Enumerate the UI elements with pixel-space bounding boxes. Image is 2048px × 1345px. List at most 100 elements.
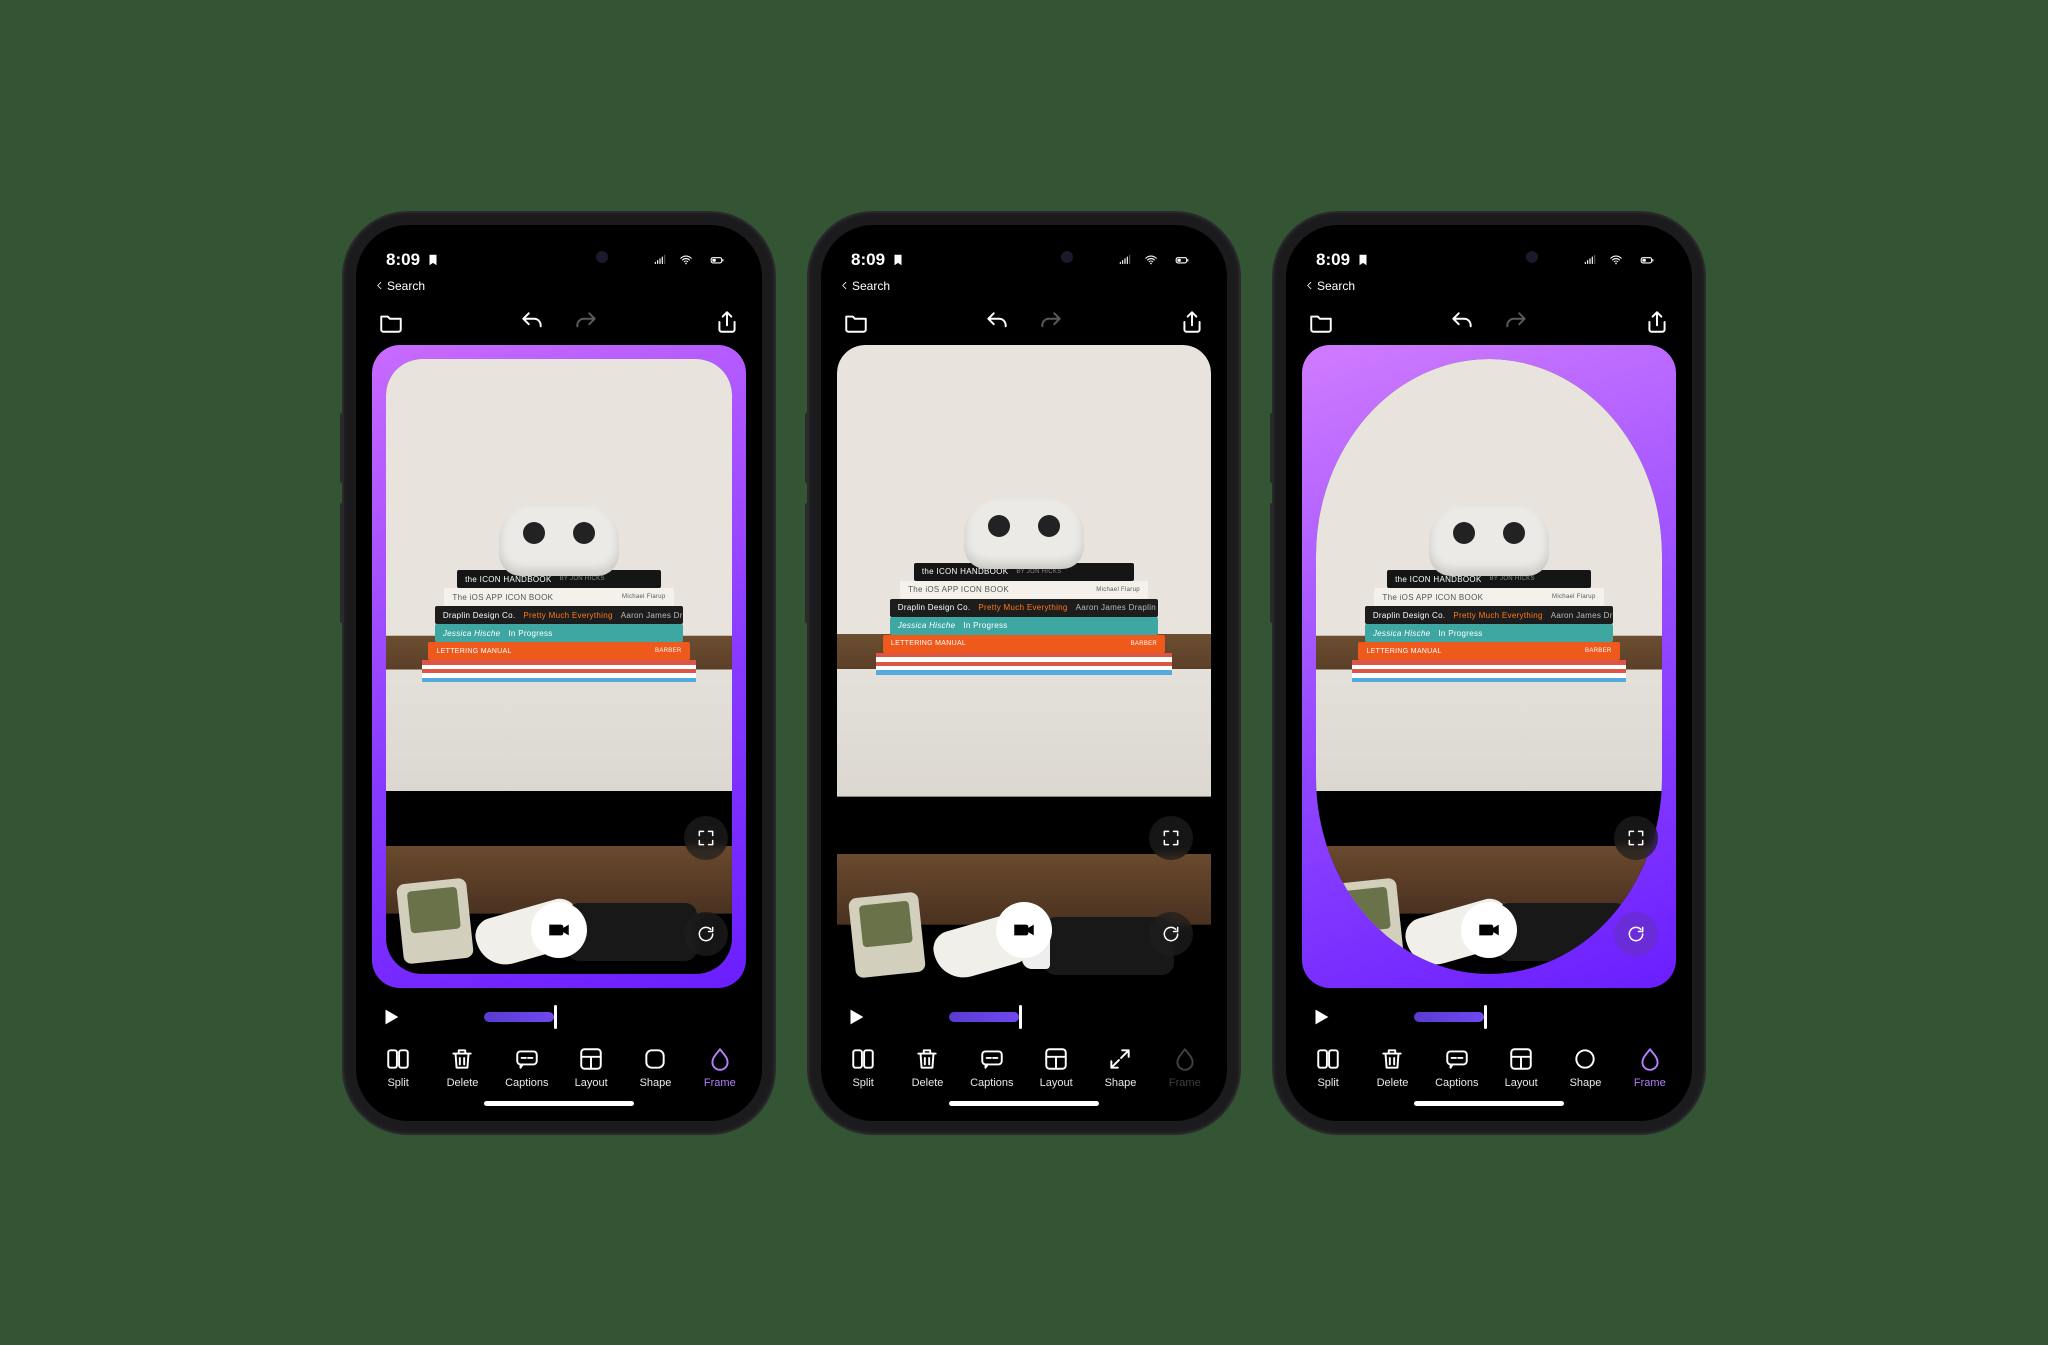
clip-segment[interactable] [1414,1012,1484,1022]
breadcrumb-label: Search [852,279,890,293]
clip-segment[interactable] [484,1012,554,1022]
delete-icon [914,1046,940,1072]
tool-shape[interactable]: Shape [1090,1046,1150,1089]
photo-mask: the ICON HANDBOOKBY JON HICKSThe iOS APP… [1316,359,1662,974]
tool-shape[interactable]: Shape [1555,1046,1615,1089]
tool-label: Delete [447,1077,479,1089]
home-indicator[interactable] [356,1095,762,1121]
tool-delete[interactable]: Delete [897,1046,957,1089]
play-button[interactable] [845,1006,867,1028]
status-time: 8:09 [1316,250,1350,270]
video-camera-icon [1476,917,1502,943]
breadcrumb-label: Search [1317,279,1355,293]
split-icon [850,1046,876,1072]
tool-label: Frame [704,1077,736,1089]
bottom-toolbar: SplitDeleteCaptionsLayoutShapeFrame [821,1042,1227,1095]
expand-button[interactable] [684,816,728,860]
redo-icon[interactable] [1038,309,1064,335]
share-icon[interactable] [714,309,740,335]
frame-canvas[interactable]: the ICON HANDBOOKBY JON HICKSThe iOS APP… [1302,345,1676,988]
tool-label: Split [387,1077,408,1089]
refresh-icon [1161,924,1181,944]
frame-canvas[interactable]: the ICON HANDBOOKBY JON HICKSThe iOS APP… [837,345,1211,988]
signal-icon [650,253,670,267]
timeline-track[interactable] [885,1002,1203,1032]
timeline-track[interactable] [420,1002,738,1032]
camera-button[interactable] [531,902,587,958]
playback-row [1286,988,1692,1042]
tool-label: Layout [1505,1077,1538,1089]
photo-content: the ICON HANDBOOKBY JON HICKSThe iOS APP… [837,345,1211,988]
clip-segment[interactable] [949,1012,1019,1022]
frame-icon [1637,1046,1663,1072]
camera-button[interactable] [996,902,1052,958]
playhead[interactable] [1019,1005,1022,1029]
swap-button[interactable] [684,912,728,956]
photo-mask: the ICON HANDBOOKBY JON HICKSThe iOS APP… [386,359,732,974]
tool-captions[interactable]: Captions [497,1046,557,1089]
redo-icon[interactable] [1503,309,1529,335]
status-time: 8:09 [851,250,885,270]
folder-icon[interactable] [843,309,869,335]
wifi-icon [1141,253,1161,267]
redo-icon[interactable] [573,309,599,335]
expand-button[interactable] [1614,816,1658,860]
tool-shape[interactable]: Shape [625,1046,685,1089]
undo-icon[interactable] [984,309,1010,335]
breadcrumb-back[interactable]: Search [1286,279,1692,297]
undo-icon[interactable] [519,309,545,335]
chevron-left-icon [839,280,850,291]
playhead[interactable] [554,1005,557,1029]
tool-layout[interactable]: Layout [1491,1046,1551,1089]
folder-icon[interactable] [1308,309,1334,335]
phone-mockup: 8:09 Search the ICON HANDBOOKBY JON HICKST… [1274,213,1704,1133]
shape-icon [642,1046,668,1072]
video-camera-icon [546,917,572,943]
breadcrumb-back[interactable]: Search [821,279,1227,297]
captions-icon [979,1046,1005,1072]
video-camera-icon [1011,917,1037,943]
swap-button[interactable] [1149,912,1193,956]
tool-split[interactable]: Split [1298,1046,1358,1089]
expand-button[interactable] [1149,816,1193,860]
game-controller [499,506,619,576]
breadcrumb-back[interactable]: Search [356,279,762,297]
playhead[interactable] [1484,1005,1487,1029]
play-button[interactable] [1310,1006,1332,1028]
layout-icon [1508,1046,1534,1072]
captions-icon [1444,1046,1470,1072]
tool-frame[interactable]: Frame [1620,1046,1680,1089]
swap-button[interactable] [1614,912,1658,956]
play-button[interactable] [380,1006,402,1028]
tool-split[interactable]: Split [833,1046,893,1089]
tool-captions[interactable]: Captions [962,1046,1022,1089]
expand-icon [1161,828,1181,848]
share-icon[interactable] [1644,309,1670,335]
game-controller [964,499,1084,569]
home-indicator[interactable] [1286,1095,1692,1121]
tool-label: Layout [575,1077,608,1089]
timeline-track[interactable] [1350,1002,1668,1032]
battery-icon [702,253,732,267]
tool-delete[interactable]: Delete [1362,1046,1422,1089]
split-icon [385,1046,411,1072]
tool-label: Captions [505,1077,548,1089]
folder-icon[interactable] [378,309,404,335]
tool-split[interactable]: Split [368,1046,428,1089]
dynamic-island [496,239,622,275]
breadcrumb-label: Search [387,279,425,293]
tool-captions[interactable]: Captions [1427,1046,1487,1089]
camera-button[interactable] [1461,902,1517,958]
photo-content: the ICON HANDBOOKBY JON HICKSThe iOS APP… [386,359,732,974]
tool-layout[interactable]: Layout [561,1046,621,1089]
tool-label: Captions [970,1077,1013,1089]
bookmark-icon [1356,253,1370,267]
frame-canvas[interactable]: the ICON HANDBOOKBY JON HICKSThe iOS APP… [372,345,746,988]
photo-content: the ICON HANDBOOKBY JON HICKSThe iOS APP… [1316,359,1662,974]
tool-frame[interactable]: Frame [690,1046,750,1089]
tool-layout[interactable]: Layout [1026,1046,1086,1089]
home-indicator[interactable] [821,1095,1227,1121]
tool-delete[interactable]: Delete [432,1046,492,1089]
undo-icon[interactable] [1449,309,1475,335]
share-icon[interactable] [1179,309,1205,335]
